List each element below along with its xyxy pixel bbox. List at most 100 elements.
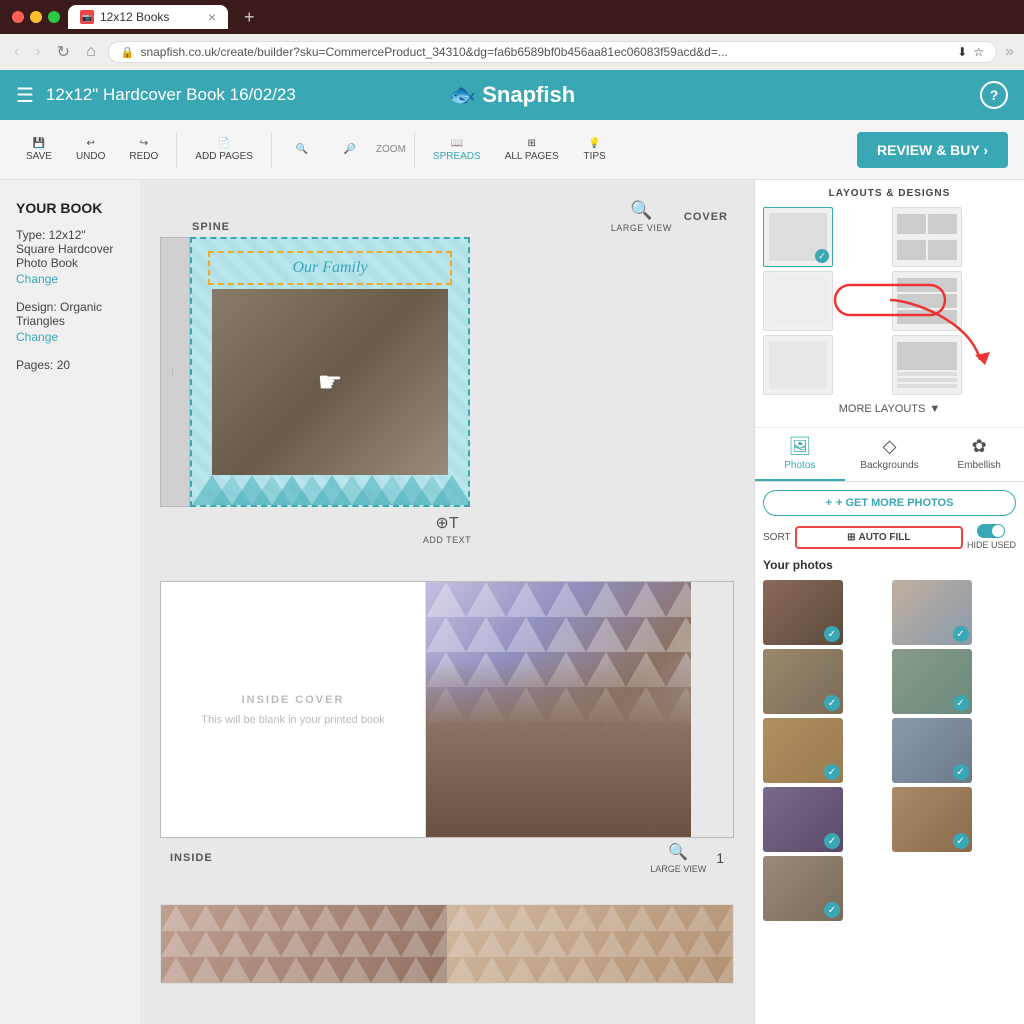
app-header: ☰ 12x12" Hardcover Book 16/02/23 🐟 Snapf…	[0, 70, 1024, 120]
book-info: YOUR BOOK Type: 12x12" Square Hardcover …	[16, 200, 124, 372]
spreads-button[interactable]: 📖 SPREADS	[423, 134, 491, 166]
browser-tab[interactable]: 📷 12x12 Books ×	[68, 5, 228, 29]
page-number: 1	[716, 850, 724, 866]
zoom-label: ZOOM	[376, 144, 406, 155]
next-spread[interactable]	[160, 904, 734, 984]
embellish-tab-icon: ✿	[972, 436, 987, 457]
minimize-dot[interactable]	[30, 11, 42, 23]
right-panel-tabs: 🖼 Photos ◇ Backgrounds ✿ Embellish	[755, 428, 1024, 482]
auto-fill-icon: ⊞	[847, 532, 855, 543]
cover-spread: ... Our Family ☛	[160, 237, 734, 507]
get-more-photos-button[interactable]: + + GET MORE PHOTOS	[763, 490, 1016, 516]
redo-button[interactable]: ↪ REDO	[119, 134, 168, 166]
home-button[interactable]: ⌂	[82, 41, 100, 63]
add-text-row: ⊕T ADD TEXT	[160, 507, 734, 551]
photo-thumb-6[interactable]: ✓	[892, 718, 972, 783]
tips-button[interactable]: 💡 TIPS	[573, 134, 617, 166]
more-layouts-button[interactable]: MORE LAYOUTS ▼	[763, 399, 1016, 419]
tab-embellish[interactable]: ✿ Embellish	[934, 428, 1024, 481]
all-pages-label: ALL PAGES	[505, 151, 559, 162]
browser-more-icon[interactable]: »	[1005, 43, 1014, 61]
undo-icon: ↩	[86, 138, 94, 149]
help-button[interactable]: ?	[980, 81, 1008, 109]
inside-left[interactable]: INSIDE COVER This will be blank in your …	[161, 582, 426, 837]
spine-area[interactable]: ...	[160, 237, 190, 507]
add-pages-button[interactable]: 📄 ADD PAGES	[185, 134, 263, 166]
inside-right-controls: 🔍 LARGE VIEW 1	[650, 842, 724, 874]
cover-large-view-button[interactable]: 🔍 LARGE VIEW	[611, 200, 672, 233]
photo-thumb-4[interactable]: ✓	[892, 649, 972, 714]
layout-thumb-5[interactable]	[763, 335, 833, 395]
photo-thumb-9[interactable]: ✓	[763, 856, 843, 921]
inside-cover-label: INSIDE COVER	[242, 694, 345, 706]
book-cover[interactable]: Our Family ☛	[190, 237, 470, 507]
hide-used-toggle[interactable]: HIDE USED	[967, 524, 1016, 550]
layout-selected-check: ✓	[815, 249, 829, 263]
add-text-button[interactable]: ⊕T ADD TEXT	[423, 513, 471, 545]
hamburger-menu-icon[interactable]: ☰	[16, 83, 34, 108]
close-dot[interactable]	[12, 11, 24, 23]
tab-photos[interactable]: 🖼 Photos	[755, 428, 845, 481]
back-button[interactable]: ‹	[10, 41, 23, 63]
forward-button[interactable]: ›	[31, 41, 44, 63]
app-logo: 🐟 Snapfish	[449, 82, 575, 108]
photo-thumb-1[interactable]: ✓	[763, 580, 843, 645]
change-type-link[interactable]: Change	[16, 272, 124, 286]
review-buy-button[interactable]: REVIEW & BUY ›	[857, 132, 1008, 168]
cover-title-box[interactable]: Our Family	[208, 251, 452, 285]
separator-3	[414, 132, 415, 168]
embellish-tab-label: Embellish	[958, 460, 1001, 471]
book-info-heading: YOUR BOOK	[16, 200, 124, 216]
canvas-area[interactable]: SPINE 🔍 LARGE VIEW COVER ... Our Family	[140, 180, 754, 1024]
inside-large-view-button[interactable]: 🔍 LARGE VIEW	[650, 842, 706, 874]
design-section: Design: Organic Triangles Change	[16, 300, 124, 344]
hide-used-label: HIDE USED	[967, 540, 1016, 550]
backgrounds-tab-label: Backgrounds	[860, 460, 918, 471]
separator-2	[271, 132, 272, 168]
inside-right[interactable]	[426, 582, 691, 837]
layout-thumb-3[interactable]	[763, 271, 833, 331]
zoom-out-button[interactable]: 🔍	[280, 140, 324, 159]
browser-chrome: 📷 12x12 Books × + ‹ › ↻ ⌂ 🔒 snapfish.co.…	[0, 0, 1024, 70]
layout-thumb-6[interactable]	[892, 335, 962, 395]
triangle-pattern-bottom	[192, 475, 470, 505]
auto-fill-button[interactable]: ⊞ AUTO FILL	[795, 526, 963, 549]
change-design-link[interactable]: Change	[16, 330, 124, 344]
new-tab-button[interactable]: +	[236, 7, 263, 28]
save-button[interactable]: 💾 SAVE	[16, 134, 62, 166]
photo-used-check-9: ✓	[824, 902, 840, 918]
add-text-label: ADD TEXT	[423, 535, 471, 545]
lock-icon: 🔒	[121, 46, 135, 59]
undo-button[interactable]: ↩ UNDO	[66, 134, 115, 166]
spine-text: ...	[170, 368, 180, 376]
photo-thumb-7[interactable]: ✓	[763, 787, 843, 852]
design-label: Design: Organic Triangles	[16, 300, 124, 328]
layout-thumb-1[interactable]: ✓	[763, 207, 833, 267]
pages-section: Pages: 20	[16, 358, 124, 372]
layout-thumb-4[interactable]	[892, 271, 962, 331]
cover-label: COVER	[684, 211, 728, 223]
photo-thumb-3[interactable]: ✓	[763, 649, 843, 714]
photo-thumb-5[interactable]: ✓	[763, 718, 843, 783]
all-pages-button[interactable]: ⊞ ALL PAGES	[495, 134, 569, 166]
tab-favicon: 📷	[80, 10, 94, 24]
photo-thumb-8[interactable]: ✓	[892, 787, 972, 852]
layouts-title: LAYOUTS & DESIGNS	[763, 188, 1016, 199]
inside-large-view-label: LARGE VIEW	[650, 864, 706, 874]
tab-close-button[interactable]: ×	[208, 9, 216, 25]
address-bar[interactable]: 🔒 snapfish.co.uk/create/builder?sku=Comm…	[108, 41, 997, 63]
photo-thumb-2[interactable]: ✓	[892, 580, 972, 645]
tab-backgrounds[interactable]: ◇ Backgrounds	[845, 428, 935, 481]
more-layouts-label: MORE LAYOUTS	[839, 403, 926, 415]
zoom-in-button[interactable]: 🔎	[328, 140, 372, 159]
backgrounds-tab-icon: ◇	[883, 436, 897, 457]
toggle-switch[interactable]	[977, 524, 1005, 538]
refresh-button[interactable]: ↻	[53, 40, 74, 64]
maximize-dot[interactable]	[48, 11, 60, 23]
photos-grid: ✓ ✓ ✓ ✓ ✓ ✓ ✓	[763, 580, 1016, 921]
sort-button[interactable]: SORT	[763, 532, 791, 543]
toolbar: 💾 SAVE ↩ UNDO ↪ REDO 📄 ADD PAGES 🔍 🔎 ZOO…	[0, 120, 1024, 180]
layout-thumb-2[interactable]	[892, 207, 962, 267]
inside-labels: INSIDE 🔍 LARGE VIEW 1	[160, 842, 734, 874]
cover-photo[interactable]: ☛	[212, 289, 448, 475]
